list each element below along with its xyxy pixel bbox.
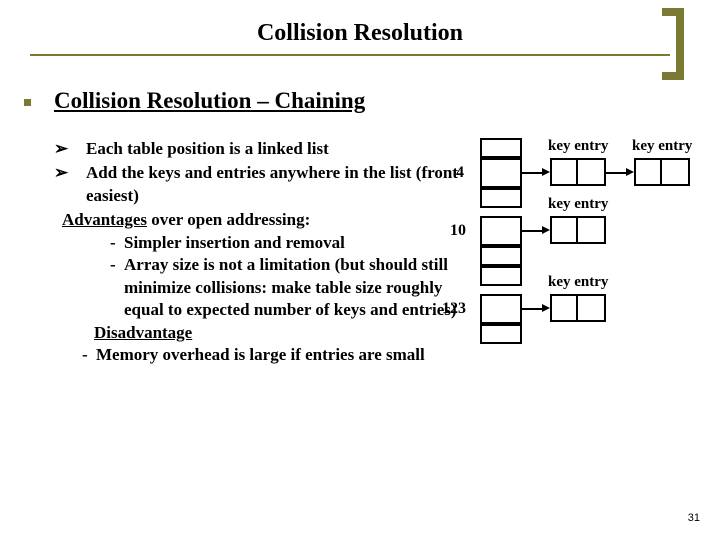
dash-icon: -: [110, 254, 124, 321]
node-key: [550, 294, 578, 322]
arrow-right-icon: [542, 168, 550, 176]
bullet-1-text: Each table position is a linked list: [86, 138, 464, 160]
page-number: 31: [688, 512, 700, 524]
node-pair: [550, 294, 606, 322]
array-slot-123: [480, 294, 522, 324]
title-underline: [30, 54, 670, 56]
node-pair: [550, 216, 606, 244]
node-entry: [578, 216, 606, 244]
arrow-right-icon: [542, 304, 550, 312]
adv-item-1-text: Simpler insertion and removal: [124, 232, 345, 254]
link-line: [522, 172, 544, 174]
link-line: [522, 230, 544, 232]
node-key: [550, 158, 578, 186]
advantages-rest: over open addressing:: [147, 210, 310, 229]
array-slot: [480, 324, 522, 344]
adv-item-2: - Array size is not a limitation (but sh…: [110, 254, 464, 321]
node-entry: [662, 158, 690, 186]
content-block: ➢ Each table position is a linked list ➢…: [54, 138, 464, 366]
array-slot-4: [480, 158, 522, 188]
array-slot: [480, 138, 522, 158]
array-slot: [480, 188, 522, 208]
adv-item-1: - Simpler insertion and removal: [110, 232, 464, 254]
disadv-item-1-text: Memory overhead is large if entries are …: [96, 344, 425, 366]
key-entry-label: key entry: [548, 274, 608, 291]
link-line: [606, 172, 628, 174]
array-slot: [480, 266, 522, 286]
dash-icon: -: [82, 344, 96, 366]
arrow-icon: ➢: [54, 162, 86, 207]
adv-item-2-text: Array size is not a limitation (but shou…: [124, 254, 464, 321]
disadvantage-heading: Disadvantage: [54, 322, 464, 344]
node-pair: [550, 158, 606, 186]
bullet-2-text: Add the keys and entries anywhere in the…: [86, 162, 464, 207]
corner-bracket-icon: [656, 8, 684, 80]
index-4: 4: [456, 164, 464, 182]
advantages-heading: Advantages over open addressing:: [54, 209, 464, 231]
bullet-2: ➢ Add the keys and entries anywhere in t…: [54, 162, 464, 207]
arrow-icon: ➢: [54, 138, 86, 160]
node-key: [550, 216, 578, 244]
link-line: [522, 308, 544, 310]
disadv-item-1: - Memory overhead is large if entries ar…: [54, 344, 464, 366]
arrow-right-icon: [626, 168, 634, 176]
key-entry-label: key entry: [548, 138, 608, 155]
advantages-list: - Simpler insertion and removal - Array …: [54, 232, 464, 322]
node-entry: [578, 294, 606, 322]
node-entry: [578, 158, 606, 186]
key-entry-label: key entry: [632, 138, 692, 155]
bullet-square-icon: [24, 99, 31, 106]
node-pair: [634, 158, 690, 186]
chaining-diagram: 4 10 123 key entry key entry key entry k…: [452, 138, 702, 418]
node-key: [634, 158, 662, 186]
advantages-underline: Advantages: [62, 210, 147, 229]
dash-icon: -: [110, 232, 124, 254]
index-10: 10: [450, 222, 466, 240]
key-entry-label: key entry: [548, 196, 608, 213]
bullet-1: ➢ Each table position is a linked list: [54, 138, 464, 160]
arrow-right-icon: [542, 226, 550, 234]
index-123: 123: [442, 300, 466, 318]
slide-title: Collision Resolution: [0, 20, 720, 47]
array-slot: [480, 246, 522, 266]
section-subtitle: Collision Resolution – Chaining: [54, 88, 365, 114]
array-slot-10: [480, 216, 522, 246]
